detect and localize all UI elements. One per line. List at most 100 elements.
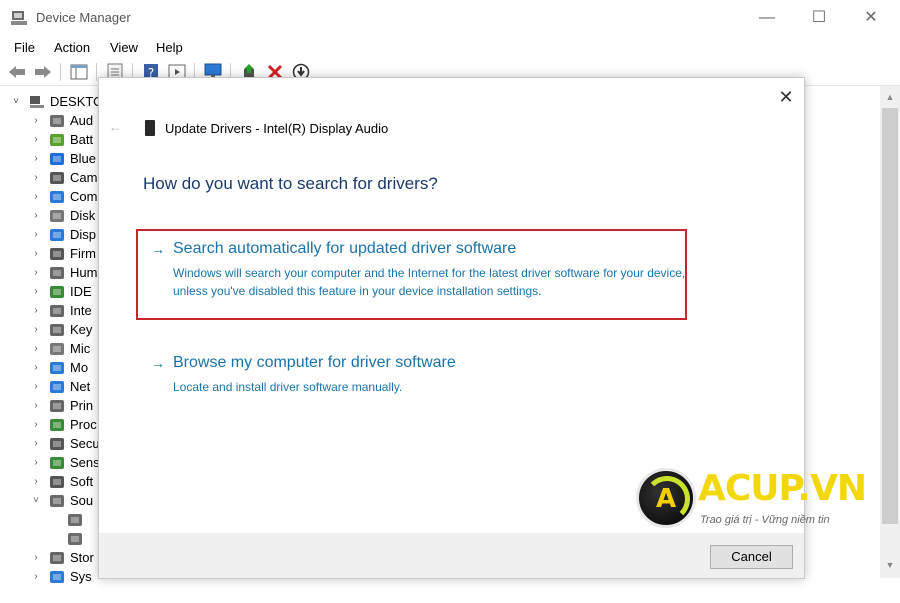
chevron-right-icon[interactable]: › bbox=[30, 210, 42, 221]
speaker-icon bbox=[66, 531, 84, 547]
tree-item[interactable]: › Disk bbox=[30, 206, 95, 225]
chevron-right-icon[interactable]: › bbox=[30, 153, 42, 164]
tree-item[interactable]: › Blue bbox=[30, 149, 96, 168]
chevron-down-icon[interactable]: ˅ bbox=[30, 495, 42, 506]
tree-item-label: Inte bbox=[70, 303, 92, 318]
scroll-up-arrow-icon[interactable]: ▲ bbox=[880, 92, 900, 106]
chevron-right-icon[interactable]: › bbox=[30, 248, 42, 259]
chevron-right-icon[interactable]: › bbox=[30, 381, 42, 392]
network-icon bbox=[48, 379, 66, 395]
tree-item[interactable]: › Inte bbox=[30, 301, 92, 320]
tree-item-label: Firm bbox=[70, 246, 96, 261]
logo-slogan: Trao giá trị - Vững niềm tin bbox=[700, 514, 830, 526]
scroll-down-arrow-icon[interactable]: ▼ bbox=[880, 560, 900, 574]
chevron-right-icon[interactable]: › bbox=[30, 115, 42, 126]
printer-icon bbox=[48, 398, 66, 414]
tree-item[interactable]: › Firm bbox=[30, 244, 96, 263]
chevron-right-icon[interactable]: › bbox=[30, 267, 42, 278]
tree-item-label: Batt bbox=[70, 132, 94, 147]
hid-icon bbox=[48, 265, 66, 281]
system-icon bbox=[48, 569, 66, 585]
tree-item[interactable]: › Stor bbox=[30, 548, 94, 567]
chevron-right-icon[interactable]: › bbox=[30, 552, 42, 563]
tree-item[interactable]: › Cam bbox=[30, 168, 97, 187]
dialog-heading: How do you want to search for drivers? bbox=[143, 174, 438, 193]
chevron-right-icon[interactable]: › bbox=[30, 324, 42, 335]
tree-item-label: Mo bbox=[70, 360, 89, 375]
tree-item[interactable]: › Aud bbox=[30, 111, 93, 130]
tree-item[interactable]: › Hum bbox=[30, 263, 97, 282]
ide-icon bbox=[48, 284, 66, 300]
menu-help[interactable]: Help bbox=[156, 40, 183, 55]
tree-item[interactable]: › Batt bbox=[30, 130, 93, 149]
cancel-button[interactable]: Cancel bbox=[710, 545, 793, 569]
tree-item[interactable] bbox=[60, 529, 88, 548]
device-manager-icon bbox=[11, 11, 27, 25]
bluetooth-icon bbox=[48, 151, 66, 167]
tree-item[interactable]: › Sens bbox=[30, 453, 99, 472]
security-icon bbox=[48, 436, 66, 452]
camera-icon bbox=[48, 170, 66, 186]
close-window-button[interactable]: ✕ bbox=[848, 0, 894, 36]
menu-view[interactable]: View bbox=[110, 40, 138, 55]
tree-item[interactable]: ˅ Sou bbox=[30, 491, 93, 510]
tree-item[interactable]: › Proc bbox=[30, 415, 96, 434]
chevron-down-icon[interactable]: ˅ bbox=[10, 96, 22, 107]
minimize-button[interactable]: — bbox=[744, 0, 790, 36]
window-title: Device Manager bbox=[36, 10, 131, 25]
tree-item-label: Soft bbox=[70, 474, 94, 489]
tree-item[interactable]: › Mic bbox=[30, 339, 90, 358]
menu-file[interactable]: File bbox=[14, 40, 35, 55]
dialog-close-button[interactable]: ✕ bbox=[775, 86, 797, 108]
chevron-right-icon[interactable]: › bbox=[30, 362, 42, 373]
arrow-right-icon: → bbox=[151, 355, 165, 371]
battery-icon bbox=[48, 132, 66, 148]
show-hide-console-icon[interactable] bbox=[68, 62, 90, 82]
speaker-icon bbox=[48, 493, 66, 509]
tree-item[interactable]: › Soft bbox=[30, 472, 93, 491]
tree-item[interactable]: › Com bbox=[30, 187, 97, 206]
chevron-right-icon[interactable]: › bbox=[30, 571, 42, 582]
logo-letter: A bbox=[656, 484, 677, 514]
chevron-right-icon[interactable]: › bbox=[30, 172, 42, 183]
tree-item[interactable]: › Sys bbox=[30, 567, 91, 586]
tree-item[interactable]: › Disp bbox=[30, 225, 96, 244]
tree-item[interactable] bbox=[60, 510, 88, 529]
tree-item-label: Hum bbox=[70, 265, 98, 280]
menu-action[interactable]: Action bbox=[54, 40, 90, 55]
forward-arrow-icon[interactable] bbox=[32, 62, 54, 82]
tree-item[interactable]: › Mo bbox=[30, 358, 88, 377]
acup-watermark-logo: A ACUP.VN Trao giá trị - Vững niềm tin bbox=[636, 466, 876, 536]
tree-item[interactable]: › Secu bbox=[30, 434, 99, 453]
tree-item-label: IDE bbox=[70, 284, 92, 299]
chevron-right-icon[interactable]: › bbox=[30, 134, 42, 145]
chevron-right-icon[interactable]: › bbox=[30, 343, 42, 354]
title-bar: Device Manager — ☐ ✕ bbox=[0, 0, 900, 36]
tree-root-label: DESKTO bbox=[50, 94, 104, 109]
toolbar-separator bbox=[96, 63, 97, 81]
chevron-right-icon[interactable]: › bbox=[30, 419, 42, 430]
tree-item[interactable]: › Prin bbox=[30, 396, 93, 415]
chevron-right-icon[interactable]: › bbox=[30, 286, 42, 297]
display-icon bbox=[48, 227, 66, 243]
tree-item[interactable]: › IDE bbox=[30, 282, 92, 301]
chevron-right-icon[interactable]: › bbox=[30, 476, 42, 487]
tree-item-label: Disp bbox=[70, 227, 97, 242]
back-button[interactable]: ← bbox=[109, 120, 121, 134]
speaker-icon bbox=[66, 512, 84, 528]
scrollbar-thumb[interactable] bbox=[882, 108, 898, 524]
chevron-right-icon[interactable]: › bbox=[30, 229, 42, 240]
option-title[interactable]: Browse my computer for driver software bbox=[173, 354, 456, 372]
back-arrow-icon[interactable] bbox=[6, 62, 28, 82]
tree-root[interactable]: ˅ DESKTO bbox=[10, 92, 103, 111]
tree-item-label: Prin bbox=[70, 398, 94, 413]
tree-item[interactable]: › Net bbox=[30, 377, 90, 396]
chevron-right-icon[interactable]: › bbox=[30, 305, 42, 316]
maximize-button[interactable]: ☐ bbox=[796, 0, 842, 36]
chevron-right-icon[interactable]: › bbox=[30, 438, 42, 449]
keyboard-icon bbox=[48, 322, 66, 338]
chevron-right-icon[interactable]: › bbox=[30, 191, 42, 202]
chevron-right-icon[interactable]: › bbox=[30, 400, 42, 411]
tree-item[interactable]: › Key bbox=[30, 320, 92, 339]
chevron-right-icon[interactable]: › bbox=[30, 457, 42, 468]
